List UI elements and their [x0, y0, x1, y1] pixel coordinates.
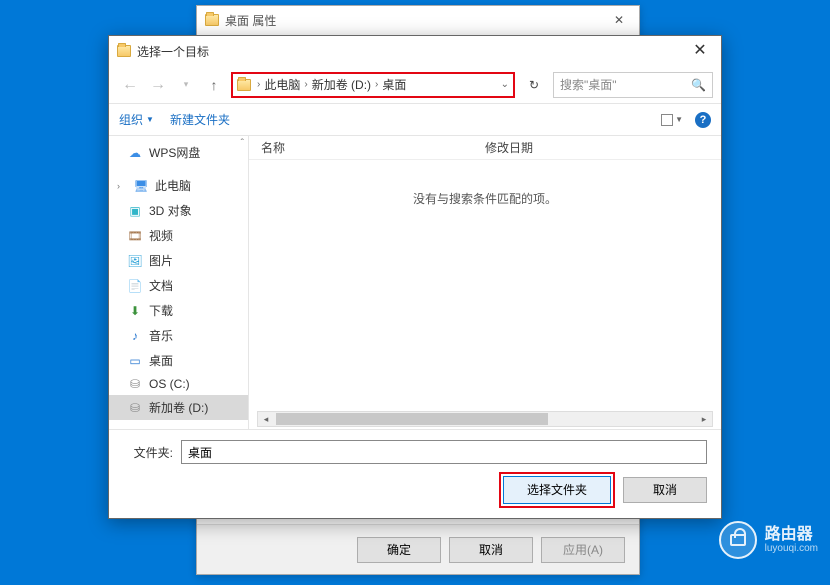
tree-item-pictures[interactable]: 🖼 图片: [109, 248, 248, 273]
ok-button[interactable]: 确定: [357, 537, 441, 563]
chevron-right-icon: ›: [375, 79, 378, 90]
tree-item-music[interactable]: ♪ 音乐: [109, 323, 248, 348]
tree-item-new-volume-d[interactable]: ⛁ 新加卷 (D:): [109, 395, 248, 420]
tree-item-3d[interactable]: ▣ 3D 对象: [109, 198, 248, 223]
forward-button[interactable]: →: [145, 72, 171, 98]
tree-item-thispc[interactable]: › 🖥 此电脑: [109, 173, 248, 198]
video-icon: 🎞: [127, 229, 143, 243]
chevron-down-icon[interactable]: ⌄: [501, 79, 509, 90]
new-folder-button[interactable]: 新建文件夹: [170, 111, 230, 128]
folder-icon: [117, 45, 131, 57]
organize-menu[interactable]: 组织 ▼: [119, 111, 154, 128]
chevron-down-icon: ▼: [146, 115, 154, 124]
scroll-right-icon[interactable]: ▸: [696, 414, 712, 425]
toolbar: 组织 ▼ 新建文件夹 ▼ ?: [109, 104, 721, 136]
view-icon: [661, 114, 673, 126]
chevron-right-icon: ›: [304, 79, 307, 90]
chevron-right-icon: ›: [257, 79, 260, 90]
chevron-down-icon: ▼: [675, 115, 683, 124]
pictures-icon: 🖼: [127, 254, 143, 268]
breadcrumb-item[interactable]: 桌面: [382, 76, 406, 93]
refresh-button[interactable]: ↻: [519, 72, 549, 98]
nav-arrows: ← → ▾ ↑: [117, 72, 227, 98]
navigation-tree: ˆ ☁ WPS网盘 › 🖥 此电脑 ▣ 3D 对象 🎞 视频 🖼 图片: [109, 136, 249, 429]
column-header-modified[interactable]: 修改日期: [485, 139, 533, 156]
tree-item-os-c[interactable]: ⛁ OS (C:): [109, 373, 248, 395]
search-placeholder: 搜索"桌面": [560, 76, 617, 93]
folder-input-value: 桌面: [188, 444, 212, 461]
dialog-titlebar: 选择一个目标 ✕: [109, 36, 721, 66]
properties-titlebar: 桌面 属性 ✕: [197, 6, 639, 34]
cancel-button[interactable]: 取消: [623, 477, 707, 503]
address-bar[interactable]: › 此电脑 › 新加卷 (D:) › 桌面 ⌄: [231, 72, 515, 98]
drive-icon: ⛁: [127, 401, 143, 415]
music-icon: ♪: [127, 329, 143, 343]
cloud-icon: ☁: [127, 146, 143, 160]
breadcrumb-item[interactable]: 此电脑: [264, 76, 300, 93]
scrollbar-thumb[interactable]: [276, 413, 548, 425]
chevron-right-icon: ›: [117, 181, 127, 191]
document-icon: 📄: [127, 279, 143, 293]
column-headers: 名称 修改日期: [249, 136, 721, 160]
lock-icon: [719, 521, 757, 559]
apply-button[interactable]: 应用(A): [541, 537, 625, 563]
tree-item-documents[interactable]: 📄 文档: [109, 273, 248, 298]
folder-picker-dialog: 选择一个目标 ✕ ← → ▾ ↑ › 此电脑 › 新加卷 (D:) › 桌面 ⌄…: [108, 35, 722, 519]
back-button[interactable]: ←: [117, 72, 143, 98]
body-area: ˆ ☁ WPS网盘 › 🖥 此电脑 ▣ 3D 对象 🎞 视频 🖼 图片: [109, 136, 721, 429]
search-input[interactable]: 搜索"桌面" 🔍: [553, 72, 713, 98]
button-row: 选择文件夹 取消: [123, 476, 707, 504]
close-icon[interactable]: ✕: [599, 6, 639, 34]
folder-label: 文件夹:: [123, 444, 173, 461]
drive-icon: ⛁: [127, 377, 143, 391]
empty-message: 没有与搜索条件匹配的项。: [249, 160, 721, 207]
folder-icon: [205, 14, 219, 26]
scroll-left-icon[interactable]: ◂: [258, 414, 274, 425]
properties-title: 桌面 属性: [225, 12, 276, 29]
watermark: 路由器 luyouqi.com: [719, 521, 818, 559]
dialog-title: 选择一个目标: [137, 43, 209, 60]
breadcrumb: › 此电脑 › 新加卷 (D:) › 桌面: [237, 76, 406, 93]
folder-row: 文件夹: 桌面: [123, 440, 707, 464]
search-icon: 🔍: [691, 78, 706, 92]
watermark-title: 路由器: [765, 526, 818, 544]
3d-icon: ▣: [127, 204, 143, 218]
folder-icon: [237, 79, 251, 91]
tree-item-downloads[interactable]: ⬇ 下载: [109, 298, 248, 323]
horizontal-scrollbar[interactable]: ◂ ▸: [257, 411, 713, 427]
select-folder-button[interactable]: 选择文件夹: [503, 476, 611, 504]
tree-item-desktop[interactable]: ▭ 桌面: [109, 348, 248, 373]
cancel-button[interactable]: 取消: [449, 537, 533, 563]
pc-icon: 🖥: [133, 179, 149, 193]
close-icon[interactable]: ✕: [679, 36, 721, 66]
scroll-up-icon[interactable]: ˆ: [241, 138, 244, 149]
content-pane: 名称 修改日期 没有与搜索条件匹配的项。 ◂ ▸: [249, 136, 721, 429]
column-header-name[interactable]: 名称: [261, 139, 285, 156]
desktop-icon: ▭: [127, 354, 143, 368]
properties-footer: 确定 取消 应用(A): [197, 524, 639, 574]
watermark-sub: luyouqi.com: [765, 543, 818, 554]
folder-input[interactable]: 桌面: [181, 440, 707, 464]
up-button[interactable]: ↑: [201, 72, 227, 98]
file-list: 没有与搜索条件匹配的项。 ◂ ▸: [249, 160, 721, 429]
breadcrumb-item[interactable]: 新加卷 (D:): [312, 76, 371, 93]
recent-dropdown[interactable]: ▾: [173, 72, 199, 98]
view-options[interactable]: ▼: [661, 114, 683, 126]
dialog-footer: 文件夹: 桌面 选择文件夹 取消: [109, 429, 721, 518]
tree-item-videos[interactable]: 🎞 视频: [109, 223, 248, 248]
navigation-row: ← → ▾ ↑ › 此电脑 › 新加卷 (D:) › 桌面 ⌄ ↻ 搜索"桌面"…: [109, 66, 721, 104]
help-icon[interactable]: ?: [695, 112, 711, 128]
download-icon: ⬇: [127, 304, 143, 318]
tree-item-wps[interactable]: ☁ WPS网盘: [109, 140, 248, 165]
